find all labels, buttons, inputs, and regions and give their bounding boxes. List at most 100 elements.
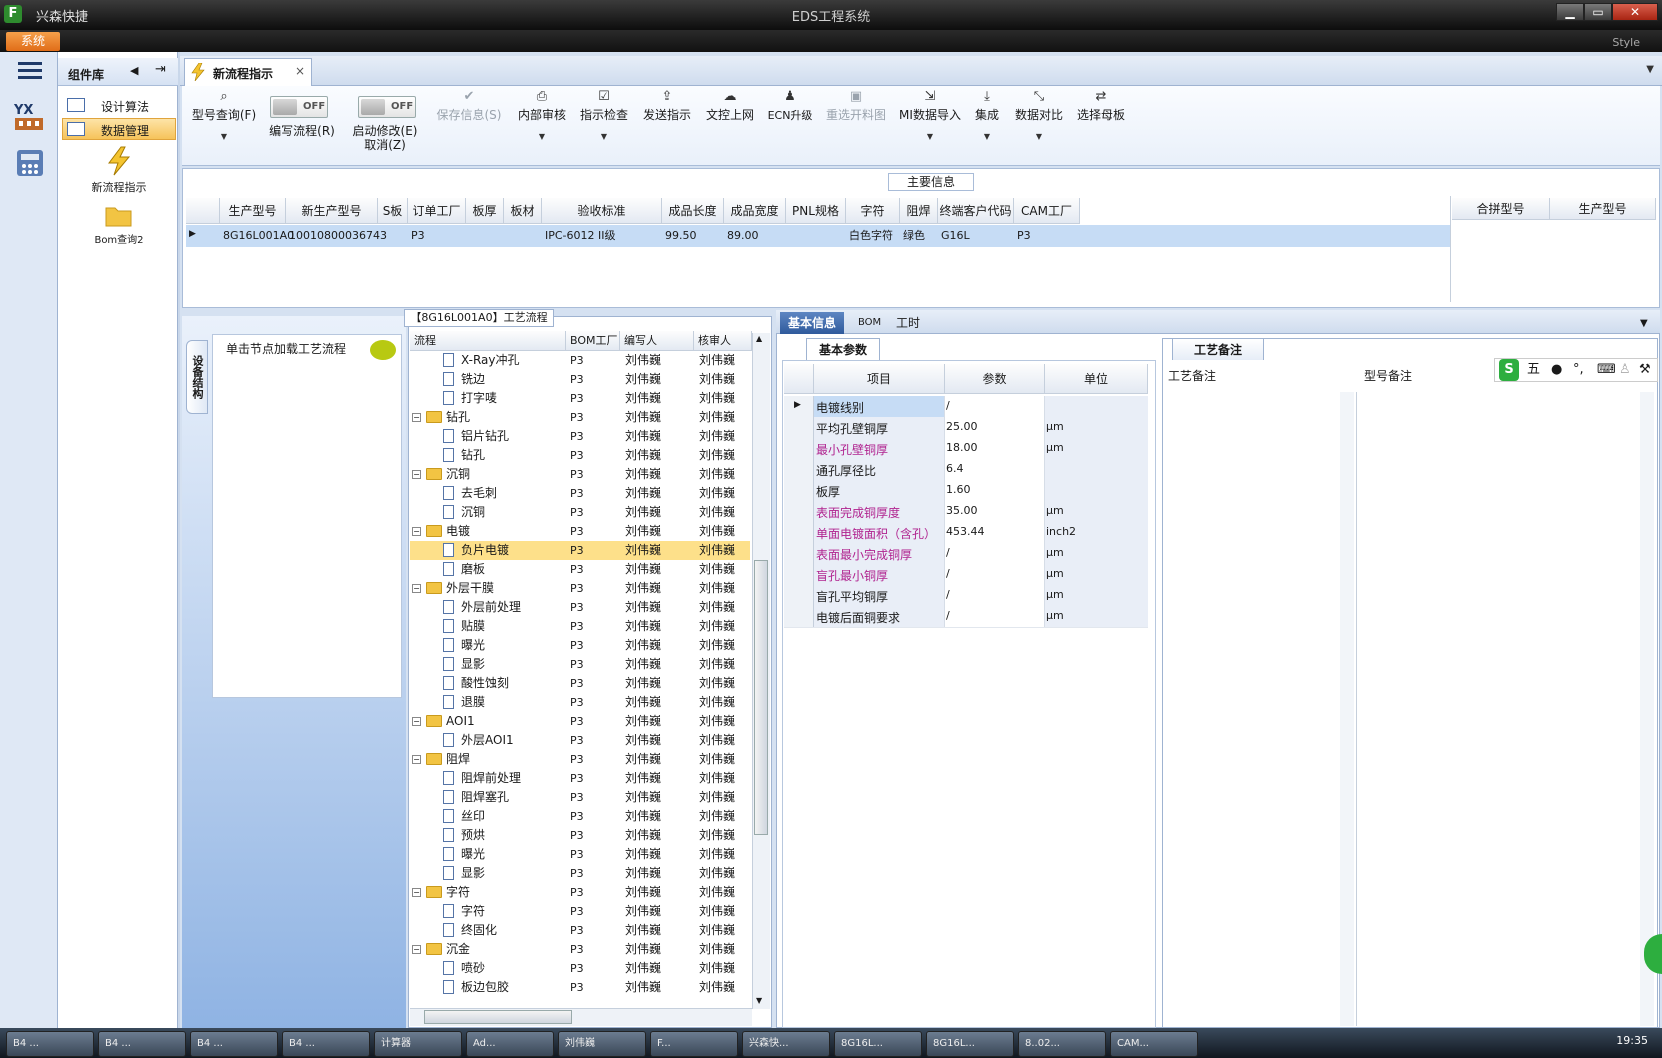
taskbar-item[interactable]: CAM...: [1110, 1031, 1198, 1057]
tree-collapse-toggle[interactable]: −: [412, 717, 421, 726]
tree-row[interactable]: 酸性蚀刻 P3 刘伟巍 刘伟巍: [410, 674, 750, 693]
main-info-cell[interactable]: [378, 226, 408, 246]
main-info-header[interactable]: 板材: [504, 198, 542, 224]
tree-horizontal-scroll-thumb[interactable]: [424, 1010, 572, 1024]
main-info-header[interactable]: PNL规格: [786, 198, 846, 224]
param-value[interactable]: /: [946, 399, 950, 412]
taskbar-item[interactable]: B4 ...: [98, 1031, 186, 1057]
main-info-header[interactable]: 成品长度: [662, 198, 724, 224]
param-value[interactable]: /: [946, 609, 950, 622]
main-info-header[interactable]: 验收标准: [542, 198, 662, 224]
tree-row[interactable]: 预烘 P3 刘伟巍 刘伟巍: [410, 826, 750, 845]
param-value[interactable]: /: [946, 588, 950, 601]
select-master-board-button[interactable]: ⇄ 选择母板: [1074, 90, 1128, 123]
param-row[interactable]: 平均孔壁铜厚 25.00 μm: [784, 417, 1148, 439]
param-row[interactable]: ▶ 电镀线别 /: [784, 396, 1148, 418]
tree-collapse-toggle[interactable]: −: [412, 755, 421, 764]
model-query-button[interactable]: ⌕ 型号查询(F) ▼: [190, 90, 258, 144]
param-value[interactable]: 25.00: [946, 420, 978, 433]
tree-row[interactable]: − 沉铜 P3 刘伟巍 刘伟巍: [410, 465, 750, 484]
tree-row[interactable]: 字符 P3 刘伟巍 刘伟巍: [410, 902, 750, 921]
main-info-header[interactable]: 新生产型号: [286, 198, 378, 224]
minimize-button[interactable]: ▁: [1556, 3, 1584, 21]
ecn-upgrade-button[interactable]: ♟ ECN升级: [764, 90, 816, 123]
collapse-left-icon[interactable]: ◀: [130, 64, 138, 77]
tab-new-process-instruction[interactable]: 新流程指示 ×: [184, 58, 312, 86]
start-modify-toggle[interactable]: OFF: [358, 96, 416, 118]
taskbar-item[interactable]: B4 ...: [190, 1031, 278, 1057]
main-info-cell[interactable]: 8G16L001A0: [220, 226, 294, 246]
instruction-check-button[interactable]: ☑ 指示检查 ▼: [578, 90, 630, 144]
document-upload-button[interactable]: ☁ 文控上网: [704, 90, 756, 123]
taskbar-item[interactable]: 兴森快...: [742, 1031, 830, 1057]
cancel-label[interactable]: 取消(Z): [364, 138, 406, 152]
tree-row[interactable]: − 钻孔 P3 刘伟巍 刘伟巍: [410, 408, 750, 427]
main-info-cell[interactable]: P3: [408, 226, 466, 246]
tree-row[interactable]: 外层前处理 P3 刘伟巍 刘伟巍: [410, 598, 750, 617]
close-button[interactable]: ✕: [1612, 3, 1658, 21]
param-row[interactable]: 板厚 1.60: [784, 480, 1148, 502]
tree-row[interactable]: − 沉金 P3 刘伟巍 刘伟巍: [410, 940, 750, 959]
remarks-left-scrollbar[interactable]: [1340, 392, 1354, 1026]
tree-row[interactable]: 外层AOI1 P3 刘伟巍 刘伟巍: [410, 731, 750, 750]
tree-row[interactable]: − 字符 P3 刘伟巍 刘伟巍: [410, 883, 750, 902]
param-row[interactable]: 最小孔壁铜厚 18.00 μm: [784, 438, 1148, 460]
main-info-header[interactable]: 生产型号: [220, 198, 286, 224]
tree-row[interactable]: 喷砂 P3 刘伟巍 刘伟巍: [410, 959, 750, 978]
tree-collapse-toggle[interactable]: −: [412, 584, 421, 593]
tree-row[interactable]: − AOI1 P3 刘伟巍 刘伟巍: [410, 712, 750, 731]
restore-button[interactable]: ▭: [1584, 3, 1612, 21]
tree-row[interactable]: 退膜 P3 刘伟巍 刘伟巍: [410, 693, 750, 712]
param-value[interactable]: 1.60: [946, 483, 971, 496]
tree-row[interactable]: − 外层干膜 P3 刘伟巍 刘伟巍: [410, 579, 750, 598]
panel-dropdown-icon[interactable]: ▼: [1640, 318, 1648, 329]
tree-row[interactable]: − 电镀 P3 刘伟巍 刘伟巍: [410, 522, 750, 541]
main-info-cell[interactable]: IPC-6012 II级: [542, 226, 662, 246]
pin-icon[interactable]: ⇥: [155, 62, 166, 77]
main-info-cell[interactable]: [786, 226, 846, 246]
param-value[interactable]: /: [946, 546, 950, 559]
tree-row[interactable]: 负片电镀 P3 刘伟巍 刘伟巍: [410, 541, 750, 560]
send-instruction-button[interactable]: ⇪ 发送指示: [640, 90, 694, 123]
bom-query2-item[interactable]: Bom查询2: [62, 204, 176, 246]
tree-row[interactable]: 阻焊塞孔 P3 刘伟巍 刘伟巍: [410, 788, 750, 807]
tree-row[interactable]: 钻孔 P3 刘伟巍 刘伟巍: [410, 446, 750, 465]
param-value[interactable]: 18.00: [946, 441, 978, 454]
taskbar-item[interactable]: 8..02...: [1018, 1031, 1106, 1057]
device-structure-tab[interactable]: 设备结构: [186, 340, 208, 414]
tree-row[interactable]: 沉铜 P3 刘伟巍 刘伟巍: [410, 503, 750, 522]
internal-review-button[interactable]: ⎙ 内部审核 ▼: [514, 90, 570, 144]
tree-row[interactable]: 打字唛 P3 刘伟巍 刘伟巍: [410, 389, 750, 408]
main-info-header[interactable]: 成品宽度: [724, 198, 786, 224]
ime-toolbar[interactable]: S 五 ● °, ⌨ ♙ ⚒: [1494, 358, 1658, 382]
integrate-button[interactable]: ⤓ 集成 ▼: [972, 90, 1002, 144]
calculator-icon[interactable]: [13, 148, 47, 182]
taskbar-item[interactable]: F...: [650, 1031, 738, 1057]
param-row[interactable]: 电镀后面铜要求 / μm: [784, 606, 1148, 628]
param-row[interactable]: 盲孔平均铜厚 / μm: [784, 585, 1148, 607]
tree-vertical-scroll-thumb[interactable]: [754, 560, 768, 835]
system-menu-button[interactable]: 系统: [6, 32, 60, 51]
taskbar-item[interactable]: 8G16L...: [834, 1031, 922, 1057]
write-process-toggle[interactable]: OFF: [270, 96, 328, 118]
main-info-cell[interactable]: [466, 226, 504, 246]
tree-row[interactable]: 板边包胶 P3 刘伟巍 刘伟巍: [410, 978, 750, 997]
reselect-cutting-chart-button[interactable]: ▣ 重选开料图: [822, 90, 890, 123]
taskbar-item[interactable]: 刘伟巍: [558, 1031, 646, 1057]
tree-row[interactable]: 阻焊前处理 P3 刘伟巍 刘伟巍: [410, 769, 750, 788]
save-info-button[interactable]: ✔ 保存信息(S): [432, 90, 506, 123]
tree-collapse-toggle[interactable]: −: [412, 945, 421, 954]
param-row[interactable]: 通孔厚径比 6.4: [784, 459, 1148, 481]
param-value[interactable]: 35.00: [946, 504, 978, 517]
main-info-header[interactable]: 板厚: [466, 198, 504, 224]
tree-row[interactable]: X-Ray冲孔 P3 刘伟巍 刘伟巍: [410, 351, 750, 370]
scroll-up-icon[interactable]: ▲: [756, 334, 762, 343]
tree-collapse-toggle[interactable]: −: [412, 527, 421, 536]
main-info-cell[interactable]: 89.00: [724, 226, 786, 246]
sidebar-item-data-management[interactable]: 数据管理: [62, 118, 176, 140]
tree-row[interactable]: 丝印 P3 刘伟巍 刘伟巍: [410, 807, 750, 826]
main-info-header[interactable]: 终端客户代码: [938, 198, 1014, 224]
main-info-header[interactable]: 字符: [846, 198, 900, 224]
tree-row[interactable]: 铝片钻孔 P3 刘伟巍 刘伟巍: [410, 427, 750, 446]
tree-row[interactable]: 曝光 P3 刘伟巍 刘伟巍: [410, 845, 750, 864]
